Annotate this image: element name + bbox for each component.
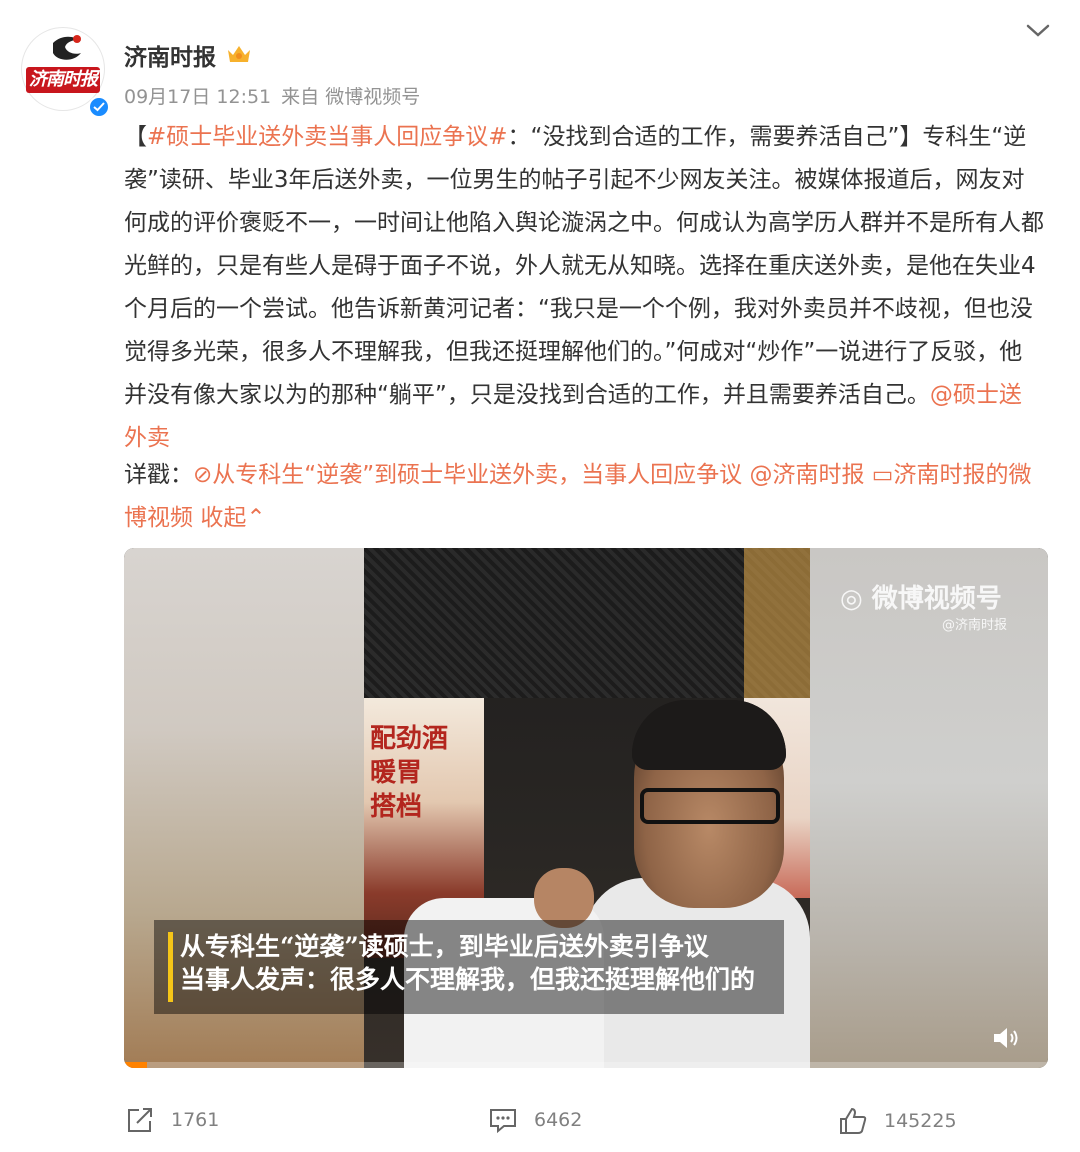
details-label: 详戳：: [124, 462, 193, 488]
video-blur-right: [810, 548, 1048, 1068]
collapse-label: 收起: [200, 505, 247, 531]
comment-button[interactable]: 6462: [488, 1106, 582, 1134]
chevron-up-icon: ⌃: [246, 505, 266, 531]
link-icon: ⊘: [193, 462, 213, 488]
post-header: 济南时报 济南时报 09月17日 12:51 来自 微博视频号: [0, 0, 1080, 120]
watermark: ◎ 微博视频号: [840, 578, 1002, 615]
repost-icon: [128, 1108, 152, 1132]
post-meta: 09月17日 12:51 来自 微博视频号: [124, 82, 430, 109]
video-caption: 从专科生“逆袭”读硕士，到毕业后送外卖引争议 当事人发声：很多人不理解我，但我还…: [180, 930, 755, 996]
caption-line-2: 当事人发声：很多人不理解我，但我还挺理解他们的: [180, 965, 756, 994]
video-player[interactable]: 配劲酒 暖胃 搭档 ◎ 微博视频号 @济南时报 从专科生“逆袭”读硕士，到毕业后送外…: [124, 548, 1048, 1068]
poster-text: 配劲酒 暖胃 搭档: [370, 724, 449, 822]
author-name[interactable]: 济南时报: [124, 38, 216, 72]
comment-icon: [490, 1109, 516, 1134]
author-mention-link[interactable]: @济南时报: [749, 462, 864, 488]
post-details: 详戳：⊘从专科生“逆袭”到硕士毕业送外卖，当事人回应争议 @济南时报 ▭济南时报…: [124, 454, 1054, 540]
caption-line-1: 从专科生“逆袭”读硕士，到毕业后送外卖引争议: [180, 932, 709, 961]
weibo-logo-icon: ◎: [840, 584, 863, 614]
comment-count: 6462: [534, 1109, 583, 1131]
hashtag-link[interactable]: #硕士毕业送外卖当事人回应争议#: [147, 124, 508, 150]
like-button[interactable]: 145225: [838, 1106, 957, 1136]
verified-badge-icon: [88, 96, 110, 118]
post-body: ：“没找到合适的工作，需要养活自己”】专科生“逆袭”读研、毕业3年后送外卖，一位…: [124, 124, 1044, 408]
scene-glasses: [640, 788, 780, 824]
post-source[interactable]: 来自 微博视频号: [281, 86, 420, 108]
post-time[interactable]: 09月17日 12:51: [124, 86, 271, 108]
vip-crown-icon: [228, 46, 250, 62]
video-link-icon: ▭: [871, 462, 894, 488]
scene-hair-top: [632, 700, 786, 770]
thumbs-up-icon: [840, 1107, 867, 1134]
watermark-sub: @济南时报: [942, 618, 1008, 633]
action-bar: 1761 6462 145225: [0, 1092, 1080, 1152]
scene-hand: [534, 868, 594, 928]
article-link[interactable]: 从专科生“逆袭”到硕士毕业送外卖，当事人回应争议: [212, 462, 742, 488]
volume-icon[interactable]: [992, 1026, 1022, 1050]
like-count: 145225: [884, 1110, 957, 1132]
chevron-down-icon[interactable]: [1025, 22, 1051, 40]
collapse-button[interactable]: 收起⌃: [200, 505, 265, 531]
video-progress-fill: [124, 1062, 148, 1068]
caption-accent-bar: [168, 932, 173, 1002]
bracket-open: 【: [124, 124, 147, 150]
scene-light: [744, 548, 810, 698]
post-text: 【#硕士毕业送外卖当事人回应争议#：“没找到合适的工作，需要养活自己”】专科生“…: [124, 116, 1044, 460]
video-progress-bar[interactable]: [124, 1062, 1048, 1068]
repost-button[interactable]: 1761: [125, 1106, 219, 1134]
avatar-logo-text: 济南时报: [26, 67, 100, 93]
crane-logo-icon: [53, 35, 81, 60]
repost-count: 1761: [171, 1109, 220, 1131]
watermark-text: 微博视频号: [871, 584, 1002, 614]
